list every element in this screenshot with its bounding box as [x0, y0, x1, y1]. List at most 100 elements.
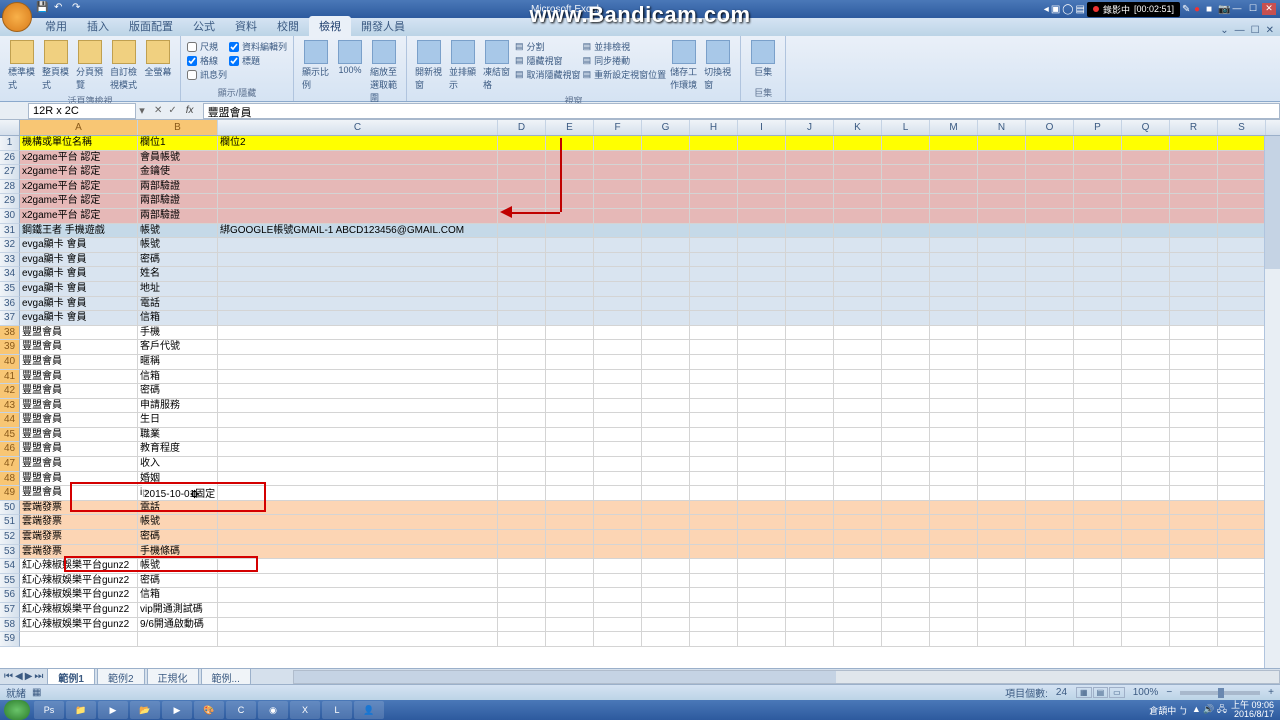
cell[interactable]: [218, 588, 498, 603]
cell[interactable]: [834, 603, 882, 618]
cell[interactable]: [930, 384, 978, 399]
cell[interactable]: [1122, 530, 1170, 545]
cell[interactable]: 豐盟會員: [20, 384, 138, 399]
cell[interactable]: 紅心辣椒娛樂平台gunz2: [20, 588, 138, 603]
tray-clock[interactable]: 上午 09:06 2016/8/17: [1231, 701, 1274, 719]
cell[interactable]: [1074, 515, 1122, 530]
cell[interactable]: [978, 194, 1026, 209]
col-header-B[interactable]: B: [138, 120, 218, 135]
cell[interactable]: [786, 559, 834, 574]
cell[interactable]: 紅心辣椒娛樂平台gunz2: [20, 559, 138, 574]
tab-data[interactable]: 資料: [225, 16, 267, 36]
cell[interactable]: [930, 486, 978, 501]
cell[interactable]: [978, 399, 1026, 414]
cell[interactable]: [1074, 588, 1122, 603]
row-header[interactable]: 50: [0, 501, 20, 516]
cell[interactable]: [882, 370, 930, 385]
cell[interactable]: [690, 267, 738, 282]
cell[interactable]: [1122, 194, 1170, 209]
cell[interactable]: [978, 530, 1026, 545]
col-header-Q[interactable]: Q: [1122, 120, 1170, 135]
cell[interactable]: [882, 151, 930, 166]
cell[interactable]: [786, 399, 834, 414]
cell[interactable]: [218, 267, 498, 282]
cell[interactable]: [1074, 151, 1122, 166]
cell[interactable]: [930, 297, 978, 312]
cell[interactable]: [498, 384, 546, 399]
cell[interactable]: [882, 180, 930, 195]
cell[interactable]: [218, 632, 498, 647]
cell[interactable]: [690, 370, 738, 385]
cell[interactable]: [218, 194, 498, 209]
cell[interactable]: [1122, 472, 1170, 487]
cell[interactable]: [218, 618, 498, 633]
cell[interactable]: [498, 253, 546, 268]
tab-formulas[interactable]: 公式: [183, 16, 225, 36]
cell[interactable]: [1170, 180, 1218, 195]
cell[interactable]: [218, 413, 498, 428]
cell[interactable]: [642, 311, 690, 326]
cell[interactable]: [978, 180, 1026, 195]
cell[interactable]: [1218, 501, 1266, 516]
col-header-A[interactable]: A: [20, 120, 138, 135]
cell[interactable]: [978, 282, 1026, 297]
cell[interactable]: [786, 486, 834, 501]
cell[interactable]: [1026, 457, 1074, 472]
cell[interactable]: [218, 486, 498, 501]
row-header[interactable]: 39: [0, 340, 20, 355]
cell[interactable]: [930, 180, 978, 195]
col-header-C[interactable]: C: [218, 120, 498, 135]
cell[interactable]: [1026, 151, 1074, 166]
cell[interactable]: [882, 282, 930, 297]
cell[interactable]: [882, 297, 930, 312]
reset-position-button[interactable]: ▤ 重新設定視窗位置: [583, 68, 667, 81]
cell[interactable]: [738, 632, 786, 647]
cell[interactable]: 欄位1: [138, 136, 218, 151]
cell[interactable]: [738, 253, 786, 268]
cell[interactable]: [1170, 224, 1218, 239]
cell[interactable]: [546, 501, 594, 516]
cell[interactable]: [498, 501, 546, 516]
cell[interactable]: [930, 238, 978, 253]
cell[interactable]: [1026, 340, 1074, 355]
cell[interactable]: [642, 603, 690, 618]
sheet-tab-1[interactable]: 範例1: [47, 668, 95, 686]
zoom-value[interactable]: 100%: [1133, 687, 1159, 698]
cell[interactable]: [1122, 559, 1170, 574]
formulabar-checkbox[interactable]: 資料編輯列: [229, 40, 287, 53]
cell[interactable]: [1170, 515, 1218, 530]
cell[interactable]: [978, 355, 1026, 370]
cell[interactable]: [738, 370, 786, 385]
cell[interactable]: evga顯卡 會員: [20, 282, 138, 297]
cell[interactable]: [882, 311, 930, 326]
cell[interactable]: [738, 574, 786, 589]
cell[interactable]: [1074, 370, 1122, 385]
col-header-R[interactable]: R: [1170, 120, 1218, 135]
cell[interactable]: [1026, 224, 1074, 239]
cell[interactable]: [1026, 194, 1074, 209]
minimize-button[interactable]: —: [1230, 3, 1244, 15]
cell[interactable]: [834, 282, 882, 297]
cell[interactable]: [978, 442, 1026, 457]
cell[interactable]: [1026, 618, 1074, 633]
cell[interactable]: 暱稱: [138, 355, 218, 370]
cell[interactable]: [786, 618, 834, 633]
cell[interactable]: [594, 588, 642, 603]
cell[interactable]: [978, 472, 1026, 487]
name-box[interactable]: 12R x 2C: [28, 103, 136, 119]
cell[interactable]: [498, 194, 546, 209]
cell[interactable]: [1170, 370, 1218, 385]
taskbar-app-5[interactable]: 🎨: [194, 701, 224, 719]
cell[interactable]: [930, 413, 978, 428]
cell[interactable]: [218, 559, 498, 574]
row-header[interactable]: 34: [0, 267, 20, 282]
cell[interactable]: [690, 194, 738, 209]
cell[interactable]: [690, 632, 738, 647]
cell[interactable]: [786, 267, 834, 282]
cell[interactable]: [1170, 428, 1218, 443]
sheet-tab-2[interactable]: 範例2: [97, 668, 145, 686]
cell[interactable]: evga顯卡 會員: [20, 311, 138, 326]
cell[interactable]: [498, 326, 546, 341]
cell[interactable]: [1122, 501, 1170, 516]
cell[interactable]: [642, 340, 690, 355]
